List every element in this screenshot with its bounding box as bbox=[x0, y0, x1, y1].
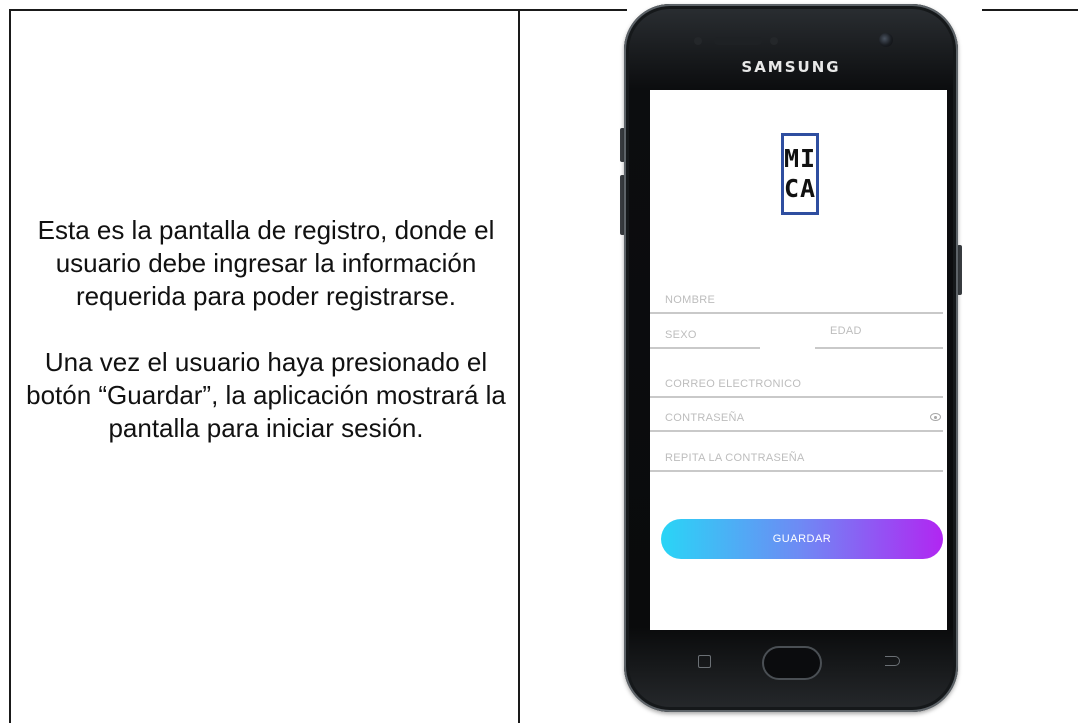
phone-brand-label: SAMSUNG bbox=[741, 58, 841, 76]
show-password-eye-icon[interactable] bbox=[930, 413, 941, 421]
repita-placeholder: REPITA LA CONTRASEÑA bbox=[665, 452, 805, 464]
phone-mockup: SAMSUNG MI CA NOMBRE SEXO EDAD CORREO EL… bbox=[617, 0, 965, 723]
back-icon[interactable] bbox=[885, 656, 900, 666]
sexo-field[interactable]: SEXO bbox=[650, 325, 760, 349]
description-paragraph-1: Esta es la pantalla de registro, donde e… bbox=[37, 215, 495, 311]
table-top-border-left bbox=[9, 9, 627, 11]
guardar-button[interactable]: GUARDAR bbox=[661, 519, 943, 559]
edad-placeholder: EDAD bbox=[830, 325, 862, 337]
table-left-border bbox=[9, 9, 11, 723]
contrasena-placeholder: CONTRASEÑA bbox=[665, 412, 745, 424]
proximity-sensor bbox=[694, 37, 702, 45]
logo-line-1: MI bbox=[783, 144, 817, 173]
description-cell: Esta es la pantalla de registro, donde e… bbox=[24, 214, 508, 445]
logo-line-2: CA bbox=[783, 174, 817, 203]
recents-icon[interactable] bbox=[698, 655, 711, 668]
registration-screen: MI CA NOMBRE SEXO EDAD CORREO ELECTRONIC… bbox=[650, 90, 947, 630]
nombre-field[interactable]: NOMBRE bbox=[650, 290, 943, 314]
correo-placeholder: CORREO ELECTRONICO bbox=[665, 378, 802, 390]
home-button[interactable] bbox=[762, 646, 822, 680]
description-paragraph-2: Una vez el usuario haya presionado el bo… bbox=[26, 347, 506, 443]
correo-field[interactable]: CORREO ELECTRONICO bbox=[650, 374, 943, 398]
mica-logo: MI CA bbox=[781, 133, 819, 215]
edad-field[interactable]: EDAD bbox=[815, 325, 943, 349]
light-sensor bbox=[770, 37, 778, 45]
contrasena-field[interactable]: CONTRASEÑA bbox=[650, 408, 943, 432]
table-column-divider bbox=[518, 9, 520, 723]
repita-contrasena-field[interactable]: REPITA LA CONTRASEÑA bbox=[650, 448, 943, 472]
front-camera-icon bbox=[879, 33, 893, 47]
sexo-placeholder: SEXO bbox=[665, 329, 697, 341]
nombre-placeholder: NOMBRE bbox=[665, 294, 716, 306]
table-top-border-right bbox=[982, 9, 1078, 11]
earpiece-speaker bbox=[714, 37, 762, 45]
